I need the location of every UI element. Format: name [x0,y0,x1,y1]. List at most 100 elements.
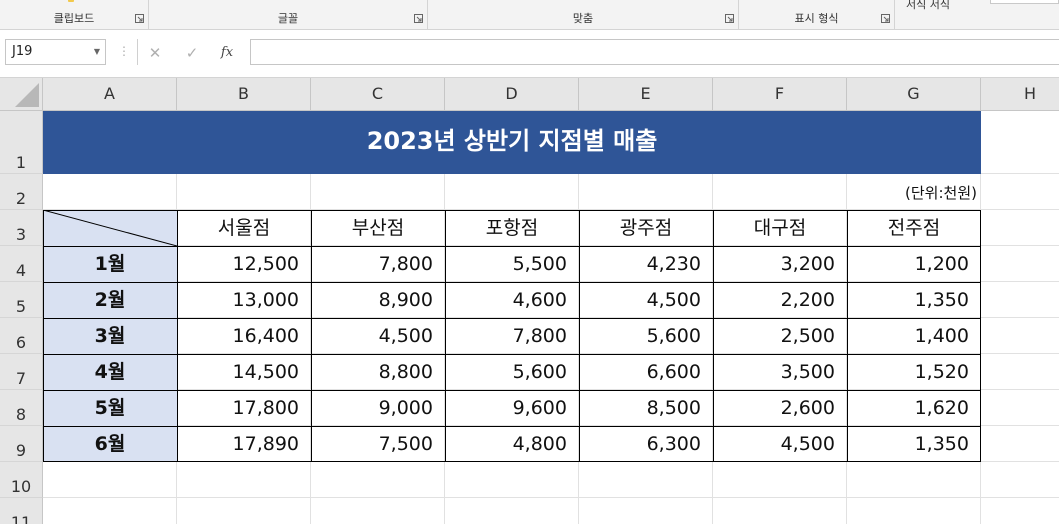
sales-value-cell[interactable]: 7,500 [311,426,445,462]
column-header-b[interactable]: B [177,78,311,111]
row-header-10[interactable]: 10 [0,462,43,498]
sales-value-cell[interactable]: 2,500 [713,318,847,354]
sales-value-cell[interactable]: 8,900 [311,282,445,318]
sales-value-cell[interactable]: 8,800 [311,354,445,390]
sales-value-cell[interactable]: 9,000 [311,390,445,426]
sales-value-cell[interactable]: 1,620 [847,390,981,426]
sales-value-cell[interactable]: 4,230 [579,246,713,282]
dialog-launcher-icon[interactable] [414,14,423,23]
sales-value-cell[interactable]: 1,350 [847,426,981,462]
branch-header[interactable]: 대구점 [713,210,847,246]
sales-value-cell[interactable]: 9,600 [445,390,579,426]
sales-value-cell[interactable]: 5,500 [445,246,579,282]
sales-value-cell[interactable]: 5,600 [579,318,713,354]
column-header-e[interactable]: E [579,78,713,111]
table-border [43,282,981,283]
ribbon-dropdown[interactable] [990,0,1059,4]
sales-value-cell[interactable]: 4,500 [311,318,445,354]
sales-value-cell[interactable]: 4,500 [579,282,713,318]
row-header-9[interactable]: 9 [0,426,43,462]
sales-value-cell[interactable]: 3,200 [713,246,847,282]
select-all-button[interactable] [0,78,43,111]
row-header-11[interactable]: 11 [0,498,43,524]
sales-value-cell[interactable]: 1,200 [847,246,981,282]
month-label[interactable]: 2월 [43,282,177,318]
formula-input[interactable] [250,39,1059,65]
month-label[interactable]: 5월 [43,390,177,426]
row-number: 4 [15,261,27,280]
row-header-2[interactable]: 2 [0,174,43,210]
row-number: 2 [15,189,27,208]
sales-value-cell[interactable]: 6,600 [579,354,713,390]
sales-value-cell[interactable]: 3,500 [713,354,847,390]
unit-label[interactable]: (단위:천원) [847,182,977,203]
cancel-icon[interactable]: ✕ [145,43,165,63]
sales-value-cell[interactable]: 7,800 [311,246,445,282]
excel-window: 클립보드 글꼴 맞춤 표시 형식 서식 서식 J19 ▼ ⋮ ✕ ✓ fx A … [0,0,1059,524]
worksheet-grid[interactable]: A B C D E F G H 1 2 3 4 5 6 7 8 9 10 11 2023년 상반기 지점별 매출 (단위… [0,78,1059,524]
row-header-6[interactable]: 6 [0,318,43,354]
sales-value-cell[interactable]: 1,520 [847,354,981,390]
row-number: 7 [15,369,27,388]
sales-value-cell[interactable]: 6,300 [579,426,713,462]
column-header-g[interactable]: G [847,78,981,111]
sales-value-cell[interactable]: 4,500 [713,426,847,462]
sales-value-cell[interactable]: 8,500 [579,390,713,426]
table-border [43,426,981,427]
sales-value-cell[interactable]: 2,200 [713,282,847,318]
row-header-3[interactable]: 3 [0,210,43,246]
row-header-4[interactable]: 4 [0,246,43,282]
sales-value-cell[interactable]: 1,400 [847,318,981,354]
month-label[interactable]: 4월 [43,354,177,390]
sales-value-cell[interactable]: 16,400 [177,318,311,354]
sales-value-cell[interactable]: 17,890 [177,426,311,462]
dialog-launcher-icon[interactable] [135,14,144,23]
table-border [847,210,848,462]
column-header-c[interactable]: C [311,78,445,111]
ribbon-group-font: 글꼴 [149,0,428,30]
sheet-title[interactable]: 2023년 상반기 지점별 매출 [43,111,981,174]
sales-value-cell[interactable]: 7,800 [445,318,579,354]
branch-header[interactable]: 광주점 [579,210,713,246]
table-border [43,210,44,462]
table-border [311,210,312,462]
sales-value-cell[interactable]: 17,800 [177,390,311,426]
column-header-d[interactable]: D [445,78,579,111]
cell-style-buttons[interactable]: 서식 서식 [906,0,950,12]
sales-value-cell[interactable]: 5,600 [445,354,579,390]
month-label[interactable]: 1월 [43,246,177,282]
sales-value-cell[interactable]: 13,000 [177,282,311,318]
row-header-5[interactable]: 5 [0,282,43,318]
dialog-launcher-icon[interactable] [881,14,890,23]
branch-header[interactable]: 서울점 [177,210,311,246]
column-header-f[interactable]: F [713,78,847,111]
branch-header[interactable]: 부산점 [311,210,445,246]
row-header-7[interactable]: 7 [0,354,43,390]
row-header-1[interactable]: 1 [0,111,43,174]
column-header-h[interactable]: H [981,78,1059,111]
branch-header[interactable]: 전주점 [847,210,981,246]
chevron-down-icon[interactable]: ▼ [94,40,100,64]
divider [137,39,138,65]
name-box[interactable]: J19 ▼ [5,39,106,65]
sales-value-cell[interactable]: 4,800 [445,426,579,462]
month-label[interactable]: 3월 [43,318,177,354]
row-number: 3 [15,225,27,244]
table-border [177,210,178,462]
dialog-launcher-icon[interactable] [725,14,734,23]
insert-function-icon[interactable]: fx [217,43,237,63]
enter-icon[interactable]: ✓ [182,43,202,63]
grip-icon[interactable]: ⋮ [118,44,130,58]
table-border [43,318,981,319]
row-number: 5 [15,297,27,316]
row-header-8[interactable]: 8 [0,390,43,426]
sales-value-cell[interactable]: 1,350 [847,282,981,318]
column-header-a[interactable]: A [43,78,177,111]
row-number: 9 [15,441,27,460]
branch-header[interactable]: 포항점 [445,210,579,246]
sales-value-cell[interactable]: 14,500 [177,354,311,390]
month-label[interactable]: 6월 [43,426,177,462]
sales-value-cell[interactable]: 12,500 [177,246,311,282]
sales-value-cell[interactable]: 2,600 [713,390,847,426]
sales-value-cell[interactable]: 4,600 [445,282,579,318]
